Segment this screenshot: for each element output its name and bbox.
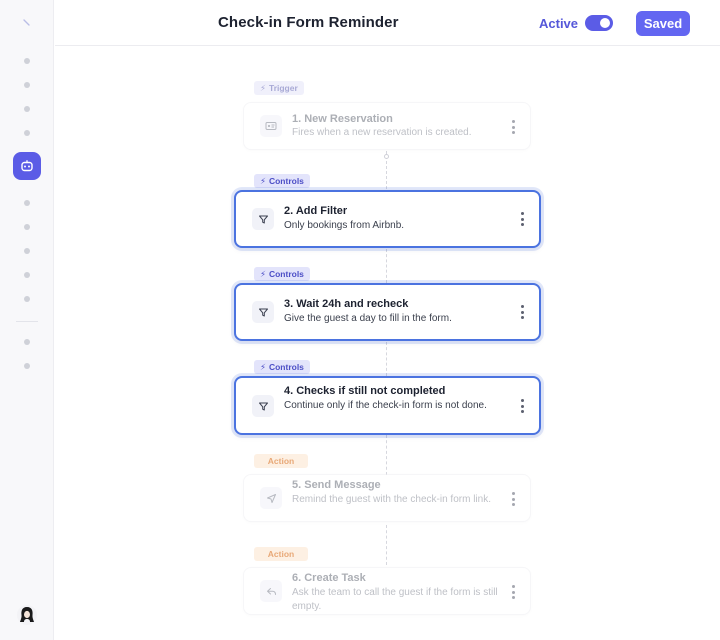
step-icon-container [252, 208, 274, 230]
step-icon-container [260, 487, 282, 509]
connector [386, 525, 387, 565]
sidebar-nav-item-3[interactable] [24, 106, 30, 112]
active-label: Active [539, 16, 579, 31]
bolt-icon: ⚡ [260, 175, 266, 186]
sidebar-nav-item-11[interactable] [24, 363, 30, 369]
user-avatar[interactable] [17, 605, 37, 625]
step-title: 2. Add Filter [284, 205, 348, 217]
step-card-5[interactable]: 5. Send Message Remind the guest with th… [243, 474, 531, 522]
sidebar-nav-item-7[interactable] [24, 248, 30, 254]
step-badge-label: Controls [268, 176, 304, 186]
step-badge: ⚡ Controls [254, 360, 310, 374]
id-card-icon [265, 122, 277, 130]
filter-icon [258, 402, 268, 410]
filter-icon [258, 308, 268, 316]
step-card-1[interactable]: 1. New Reservation Fires when a new rese… [243, 102, 531, 150]
step-card-4[interactable]: 4. Checks if still not completed Continu… [234, 376, 541, 435]
sidebar-item-workflows[interactable] [13, 152, 41, 180]
sidebar-nav-item-5[interactable] [24, 200, 30, 206]
sidebar-nav-item-9[interactable] [24, 296, 30, 302]
step-icon-container [252, 395, 274, 417]
step-menu-button[interactable] [520, 212, 524, 226]
step-description: Continue only if the check-in form is no… [284, 400, 487, 411]
step-menu-button[interactable] [520, 399, 524, 413]
step-badge: Action [254, 547, 308, 561]
header: Check-in Form Reminder Active Saved [55, 0, 720, 46]
step-card-6[interactable]: 6. Create Task Ask the team to call the … [243, 567, 531, 615]
sidebar-nav-item-10[interactable] [24, 339, 30, 345]
connector [386, 249, 387, 283]
step-menu-button[interactable] [511, 585, 515, 599]
step-badge-label: Controls [268, 269, 304, 279]
avatar-icon [20, 607, 34, 622]
step-title: 3. Wait 24h and recheck [284, 298, 409, 310]
step-menu-button[interactable] [511, 492, 515, 506]
page-title: Check-in Form Reminder [218, 14, 399, 31]
step-description: Give the guest a day to fill in the form… [284, 313, 452, 324]
step-badge-label: Action [267, 456, 295, 466]
step-badge: Action [254, 454, 308, 468]
bolt-icon: ⚡ [260, 268, 266, 279]
step-badge-label: Action [267, 549, 295, 559]
workflow-canvas: ⚡ Trigger 1. New Reservation Fires when a… [55, 47, 720, 640]
send-icon [266, 493, 276, 503]
bolt-icon: ⚡ [260, 82, 266, 93]
step-badge-label: Trigger [268, 83, 298, 93]
connector-dot [384, 154, 389, 159]
sidebar-nav-item-6[interactable] [24, 224, 30, 230]
sidebar [0, 0, 54, 640]
connector [386, 342, 387, 376]
sidebar-nav-item-2[interactable] [24, 82, 30, 88]
step-description: Ask the team to call the guest if the fo… [292, 587, 498, 612]
sidebar-nav-item-8[interactable] [24, 272, 30, 278]
step-badge-label: Controls [268, 362, 304, 372]
sidebar-nav-item-4[interactable] [24, 130, 30, 136]
step-description: Fires when a new reservation is created. [292, 127, 472, 138]
toggle-knob [600, 18, 610, 28]
step-title: 6. Create Task [292, 572, 366, 584]
saved-button[interactable]: Saved [636, 11, 690, 36]
step-badge: ⚡ Controls [254, 174, 310, 188]
step-title: 1. New Reservation [292, 113, 393, 125]
step-badge: ⚡ Controls [254, 267, 310, 281]
step-icon-container [260, 580, 282, 602]
step-description: Only bookings from Airbnb. [284, 220, 405, 231]
step-icon-container [260, 115, 282, 137]
sidebar-nav-item-1[interactable] [24, 58, 30, 64]
step-card-3[interactable]: 3. Wait 24h and recheck Give the guest a… [234, 283, 541, 341]
bolt-icon: ⚡ [260, 361, 266, 372]
step-card-2[interactable]: 2. Add Filter Only bookings from Airbnb. [234, 190, 541, 248]
step-icon-container [252, 301, 274, 323]
step-badge: ⚡ Trigger [254, 81, 304, 95]
step-menu-button[interactable] [520, 305, 524, 319]
step-title: 4. Checks if still not completed [284, 385, 446, 397]
connector [386, 435, 387, 475]
filter-icon [258, 215, 268, 223]
step-description: Remind the guest with the check-in form … [292, 494, 491, 505]
active-toggle[interactable] [585, 15, 613, 31]
reply-icon [266, 587, 276, 595]
logo-icon [23, 19, 30, 26]
step-menu-button[interactable] [511, 120, 515, 134]
workflow-icon [21, 160, 33, 172]
step-title: 5. Send Message [292, 479, 381, 491]
sidebar-divider [16, 321, 38, 322]
